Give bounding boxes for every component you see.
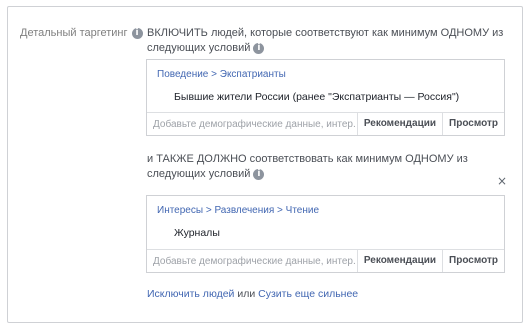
narrow-further-link[interactable]: Сузить еще сильнее <box>258 288 358 300</box>
footer-links: Исключить людей или Сузить еще сильнее <box>147 288 358 300</box>
include-search-input[interactable] <box>147 113 357 135</box>
include-recommendations-button[interactable]: Рекомендации <box>356 113 442 135</box>
include-selected-item[interactable]: Бывшие жители России (ранее "Экспатриант… <box>174 91 459 103</box>
include-search-row: Рекомендации Просмотр <box>147 112 504 135</box>
include-heading-text: ВКЛЮЧИТЬ людей, которые соответствуют ка… <box>147 27 504 54</box>
include-targeting-box: Поведение > Экспатрианты Бывшие жители Р… <box>146 59 505 136</box>
footer-or-text: или <box>234 288 259 300</box>
section-label: Детальный таргетинг i <box>20 27 143 39</box>
exclude-people-link[interactable]: Исключить людей <box>147 288 234 300</box>
narrow-targeting-box: Интересы > Развлечения > Чтение Журналы … <box>146 195 505 273</box>
section-label-text: Детальный таргетинг <box>20 27 128 39</box>
narrow-heading: и ТАКЖЕ ДОЛЖНО соответствовать как миним… <box>147 152 507 182</box>
include-category-path[interactable]: Поведение > Экспатрианты <box>157 69 286 80</box>
narrow-selected-item[interactable]: Журналы <box>174 227 220 239</box>
narrow-heading-text: и ТАКЖЕ ДОЛЖНО соответствовать как миним… <box>147 153 468 180</box>
narrow-browse-button[interactable]: Просмотр <box>442 250 504 272</box>
narrow-recommendations-button[interactable]: Рекомендации <box>356 250 442 272</box>
narrow-category-path[interactable]: Интересы > Развлечения > Чтение <box>157 205 319 216</box>
info-icon[interactable]: i <box>131 27 143 39</box>
narrow-search-row: Рекомендации Просмотр <box>147 249 504 272</box>
include-heading: ВКЛЮЧИТЬ людей, которые соответствуют ка… <box>147 26 507 56</box>
narrow-search-input[interactable] <box>147 250 357 272</box>
info-icon[interactable]: i <box>253 168 265 180</box>
close-icon[interactable]: × <box>497 174 507 188</box>
info-icon[interactable]: i <box>253 42 265 54</box>
include-browse-button[interactable]: Просмотр <box>442 113 504 135</box>
